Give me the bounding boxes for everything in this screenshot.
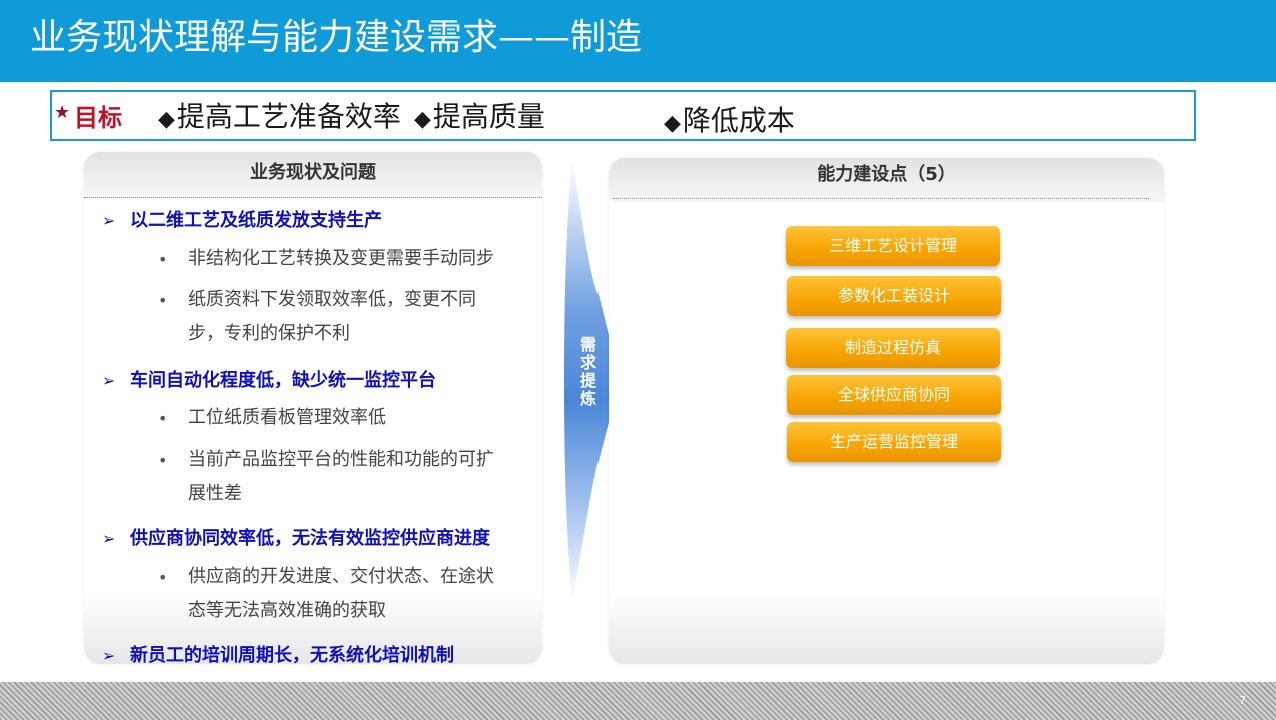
footer-bar: 7	[0, 682, 1276, 720]
diamond-icon: ◆	[664, 111, 681, 136]
capability-button[interactable]: 制造过程仿真	[786, 328, 1000, 368]
goal-item: ◆降低成本	[664, 104, 795, 137]
issue-item: ➢ 新员工的培训周期长，无系统化培训机制	[102, 645, 454, 666]
star-icon: ★	[54, 102, 71, 123]
bullet-icon: •	[158, 250, 168, 269]
capability-button[interactable]: 生产运营监控管理	[787, 422, 1001, 462]
panel-title: 能力建设点（5）	[609, 158, 1164, 202]
arrow-bullet-icon: ➢	[102, 371, 116, 390]
goal-box: ★ 目标 ◆提高工艺准备效率 ◆提高质量 ◆降低成本	[50, 90, 1196, 141]
page-title: 业务现状理解与能力建设需求——制造	[30, 17, 643, 58]
issue-item: ➢ 供应商协同效率低，无法有效监控供应商进度	[102, 528, 490, 549]
arrow-bullet-icon: ➢	[102, 211, 116, 230]
arrow-bullet-icon: ➢	[102, 646, 116, 665]
capability-button[interactable]: 参数化工装设计	[787, 276, 1001, 316]
arrow-label: 需求提炼	[579, 335, 596, 408]
divider	[84, 197, 542, 198]
panel-title: 业务现状及问题	[84, 152, 542, 196]
sub-item: 纸质资料下发领取效率低，变更不同步，专利的保护不利	[188, 289, 476, 344]
issue-item: ➢ 以二维工艺及纸质发放支持生产	[102, 210, 382, 231]
page-number: 7	[1239, 694, 1246, 707]
capability-button[interactable]: 全球供应商协同	[787, 375, 1001, 415]
sub-item: 非结构化工艺转换及变更需要手动同步	[188, 248, 494, 269]
arrow-bullet-icon: ➢	[102, 529, 116, 548]
header-bar: 业务现状理解与能力建设需求——制造	[0, 0, 1276, 82]
diamond-icon: ◆	[414, 107, 431, 132]
bullet-icon: •	[158, 568, 168, 587]
bullet-icon: •	[158, 291, 168, 310]
goal-label: 目标	[74, 104, 122, 132]
bullet-icon: •	[158, 409, 168, 428]
bullet-icon: •	[158, 451, 168, 470]
sub-item: 当前产品监控平台的性能和功能的可扩展性差	[188, 449, 494, 504]
goal-item: ◆提高工艺准备效率	[158, 100, 401, 133]
goal-item: ◆提高质量	[414, 100, 545, 133]
diamond-icon: ◆	[158, 107, 175, 132]
capability-button[interactable]: 三维工艺设计管理	[786, 226, 1000, 266]
sub-item: 供应商的开发进度、交付状态、在途状态等无法高效准确的获取	[188, 566, 494, 621]
issue-item: ➢ 车间自动化程度低，缺少统一监控平台	[102, 370, 436, 391]
sub-item: 工位纸质看板管理效率低	[188, 407, 386, 428]
divider	[613, 198, 1149, 199]
